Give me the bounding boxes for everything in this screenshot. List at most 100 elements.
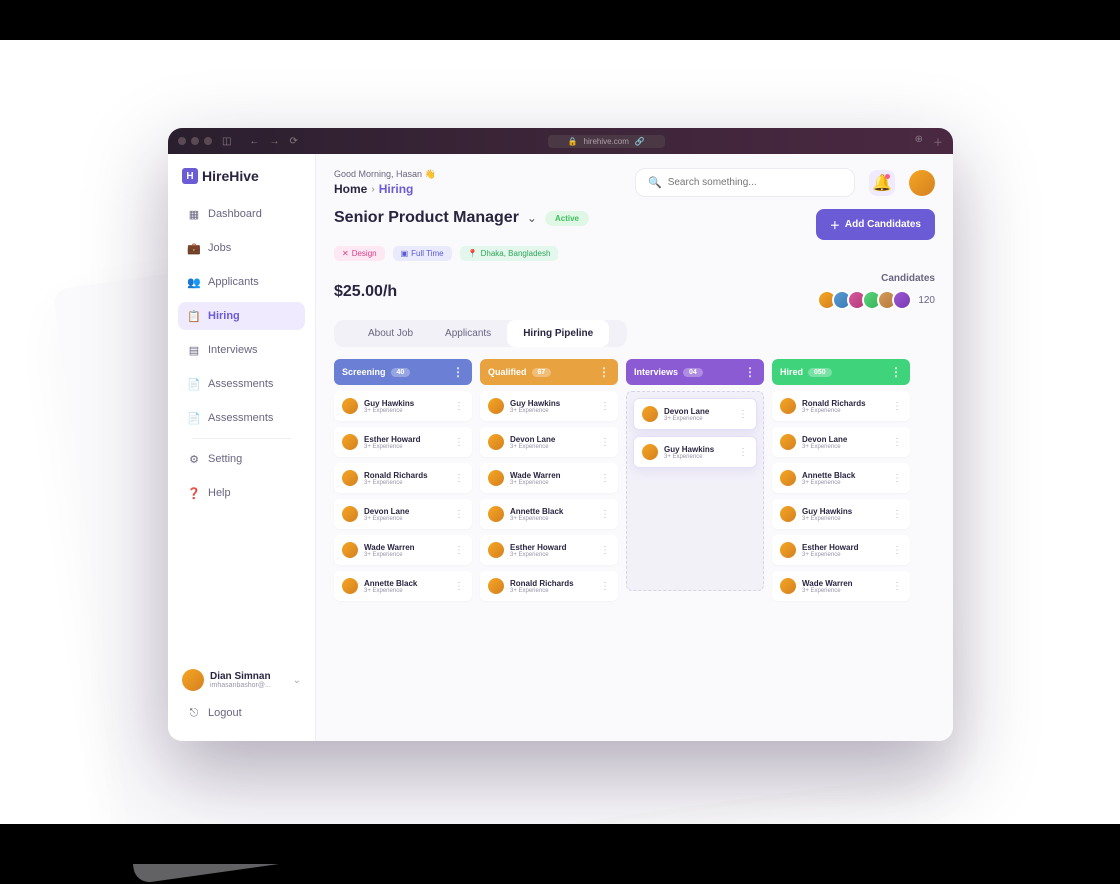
job-rate: $25.00/h (334, 283, 397, 301)
candidate-avatars[interactable]: 120 (822, 290, 935, 310)
candidate-card[interactable]: Ronald Richards3+ Experience⋮ (772, 391, 910, 421)
more-icon[interactable]: ⋮ (454, 473, 464, 484)
more-icon[interactable]: ⋮ (892, 581, 902, 592)
sidebar-item-interviews[interactable]: ▤Interviews (178, 336, 305, 364)
reload-icon[interactable]: ⟳ (289, 136, 297, 147)
more-icon[interactable]: ⋮ (600, 437, 610, 448)
candidate-card[interactable]: Devon Lane3+ Experience⋮ (334, 499, 472, 529)
tab-applicants[interactable]: Applicants (429, 320, 507, 347)
add-candidates-button[interactable]: ＋ Add Candidates (816, 209, 935, 240)
candidate-card[interactable]: Guy Hawkins3+ Experience⋮ (480, 391, 618, 421)
sidebar-toggle-icon[interactable]: ◫ (222, 136, 231, 147)
drop-zone[interactable]: Devon Lane3+ Experience⋮Guy Hawkins3+ Ex… (626, 391, 764, 591)
candidate-card[interactable]: Wade Warren3+ Experience⋮ (480, 463, 618, 493)
candidate-experience: 3+ Experience (510, 516, 594, 522)
chevron-down-icon[interactable]: ⌄ (293, 675, 301, 686)
notifications-button[interactable]: 🔔 (869, 170, 895, 196)
candidate-avatar (488, 398, 504, 414)
crumb-home[interactable]: Home (334, 182, 367, 196)
sidebar-item-dashboard[interactable]: ▦Dashboard (178, 200, 305, 228)
more-icon[interactable]: ⋮ (454, 545, 464, 556)
greeting: Good Morning, Hasan 👋 (334, 169, 621, 180)
more-icon[interactable]: ⋮ (454, 581, 464, 592)
candidate-card[interactable]: Devon Lane3+ Experience⋮ (772, 427, 910, 457)
more-icon[interactable]: ⋮ (452, 365, 464, 379)
candidate-experience: 3+ Experience (364, 444, 448, 450)
tab-about-job[interactable]: About Job (352, 320, 429, 347)
search-input[interactable] (668, 177, 842, 188)
more-icon[interactable]: ⋮ (892, 545, 902, 556)
brand[interactable]: H HireHive (168, 168, 315, 200)
candidate-avatar (780, 506, 796, 522)
more-icon[interactable]: ⋮ (598, 365, 610, 379)
candidate-card[interactable]: Wade Warren3+ Experience⋮ (334, 535, 472, 565)
candidate-card[interactable]: Guy Hawkins3+ Experience⋮ (334, 391, 472, 421)
tab-hiring-pipeline[interactable]: Hiring Pipeline (507, 320, 609, 347)
candidate-experience: 3+ Experience (364, 480, 448, 486)
candidate-card[interactable]: Devon Lane3+ Experience⋮ (633, 398, 757, 430)
candidate-card[interactable]: Esther Howard3+ Experience⋮ (772, 535, 910, 565)
more-icon[interactable]: ⋮ (744, 365, 756, 379)
more-icon[interactable]: ⋮ (892, 401, 902, 412)
sidebar-item-applicants[interactable]: 👥Applicants (178, 268, 305, 296)
url-bar[interactable]: 🔒 hirehive.com 🔗 (548, 135, 665, 148)
black-band (0, 0, 1120, 40)
sidebar-item-help[interactable]: ❓Help (178, 479, 305, 507)
main-content: Good Morning, Hasan 👋 Home › Hiring 🔍 🔔 (316, 154, 953, 741)
candidate-experience: 3+ Experience (664, 416, 732, 422)
download-icon[interactable]: ⊕ (915, 134, 923, 149)
candidate-card[interactable]: Guy Hawkins3+ Experience⋮ (633, 436, 757, 468)
sidebar-item-label: Jobs (208, 242, 231, 254)
crumb-hiring[interactable]: Hiring (379, 182, 414, 196)
candidate-card[interactable]: Annette Black3+ Experience⋮ (480, 499, 618, 529)
search-box[interactable]: 🔍 (635, 168, 855, 197)
more-icon[interactable]: ⋮ (892, 473, 902, 484)
more-icon[interactable]: ⋮ (600, 401, 610, 412)
candidate-card[interactable]: Annette Black3+ Experience⋮ (772, 463, 910, 493)
candidate-card[interactable]: Guy Hawkins3+ Experience⋮ (772, 499, 910, 529)
candidates-label: Candidates (822, 273, 935, 284)
more-icon[interactable]: ⋮ (600, 473, 610, 484)
forward-icon[interactable]: → (269, 136, 279, 147)
candidate-avatar (488, 434, 504, 450)
more-icon[interactable]: ⋮ (600, 509, 610, 520)
pin-icon: 📍 (468, 249, 478, 258)
sidebar-item-setting[interactable]: ⚙Setting (178, 445, 305, 473)
candidate-card[interactable]: Esther Howard3+ Experience⋮ (480, 535, 618, 565)
more-icon[interactable]: ⋮ (892, 509, 902, 520)
more-icon[interactable]: ⋮ (454, 437, 464, 448)
profile-avatar[interactable] (909, 170, 935, 196)
traffic-lights[interactable] (178, 137, 212, 145)
more-icon[interactable]: ⋮ (600, 545, 610, 556)
candidate-card[interactable]: Devon Lane3+ Experience⋮ (480, 427, 618, 457)
candidate-name: Devon Lane (510, 435, 594, 444)
candidate-card[interactable]: Wade Warren3+ Experience⋮ (772, 571, 910, 601)
chevron-right-icon: › (371, 184, 374, 195)
sidebar-item-hiring[interactable]: 📋Hiring (178, 302, 305, 330)
sidebar-item-assessments[interactable]: 📄Assessments (178, 370, 305, 398)
chevron-down-icon[interactable]: ⌄ (527, 211, 537, 225)
candidate-card[interactable]: Ronald Richards3+ Experience⋮ (480, 571, 618, 601)
user-card[interactable]: Dian Simnan imhasanbashor@... ⌄ (168, 661, 315, 699)
candidate-name: Guy Hawkins (802, 507, 886, 516)
more-icon[interactable]: ⋮ (738, 447, 748, 458)
more-icon[interactable]: ⋮ (892, 437, 902, 448)
candidate-card[interactable]: Ronald Richards3+ Experience ⋮ (334, 463, 472, 493)
plus-icon[interactable]: ＋ (933, 134, 943, 149)
more-icon[interactable]: ⋮ (738, 409, 748, 420)
back-icon[interactable]: ← (249, 136, 259, 147)
more-icon[interactable]: ⋮ (890, 365, 902, 379)
candidate-name: Ronald Richards (364, 471, 448, 480)
logout-button[interactable]: ⎋ Logout (168, 699, 315, 727)
candidate-card[interactable]: Esther Howard3+ Experience⋮ (334, 427, 472, 457)
candidate-avatar (488, 506, 504, 522)
sidebar-item-jobs[interactable]: 💼Jobs (178, 234, 305, 262)
sidebar-item-assessments[interactable]: 📄Assessments (178, 404, 305, 432)
tabs: About JobApplicantsHiring Pipeline (334, 320, 627, 347)
more-icon[interactable]: ⋮ (454, 509, 464, 520)
candidate-name: Wade Warren (802, 579, 886, 588)
more-icon[interactable]: ⋮ (600, 581, 610, 592)
sidebar-item-label: Hiring (208, 310, 240, 322)
more-icon[interactable]: ⋮ (454, 401, 464, 412)
candidate-card[interactable]: Annette Black3+ Experience⋮ (334, 571, 472, 601)
